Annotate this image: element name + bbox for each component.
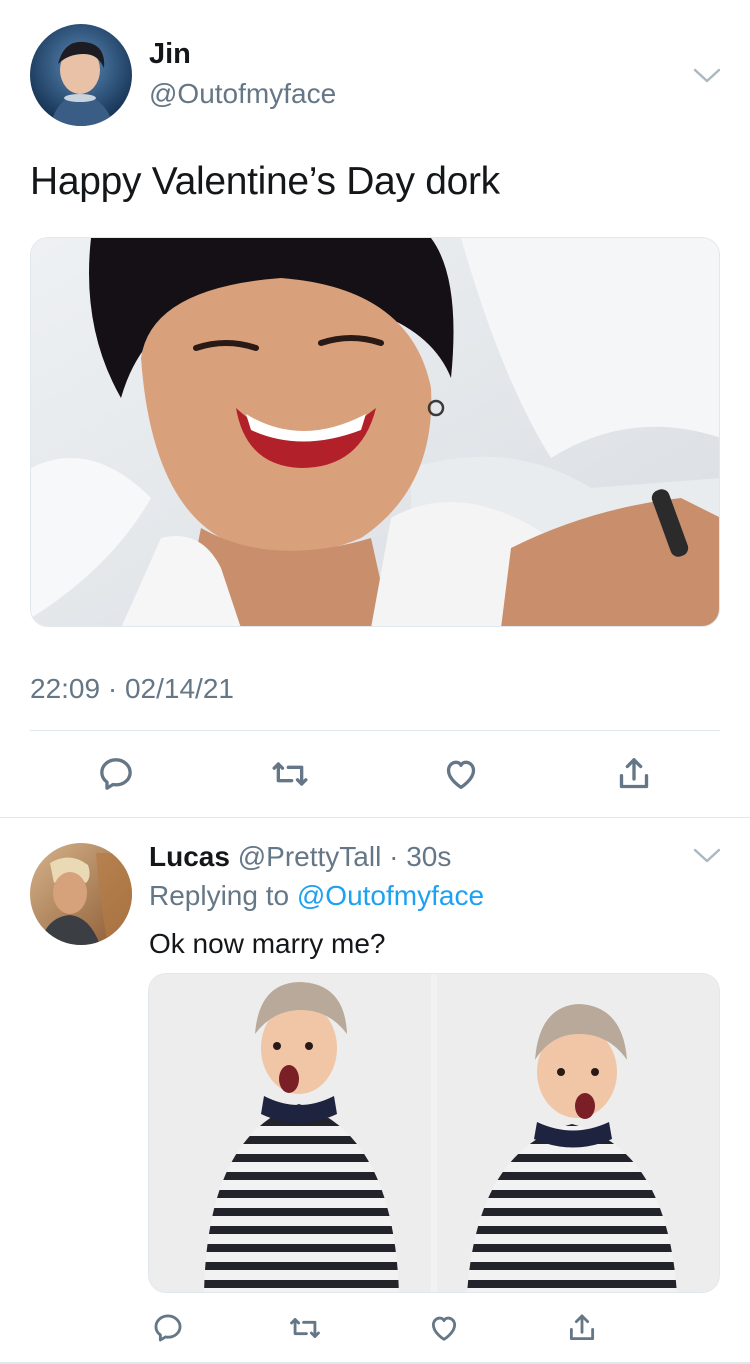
author-name[interactable]: Lucas [149,841,230,872]
tweet-text: Happy Valentine’s Day dork [30,160,500,203]
tweet-photo[interactable] [30,237,720,627]
replying-to-link[interactable]: @Outofmyface [297,880,484,911]
reply-icon[interactable] [94,752,138,796]
reply-photo-right[interactable] [437,974,719,1292]
author-handle[interactable]: @PrettyTall [238,841,382,872]
reply-icon[interactable] [146,1306,190,1350]
share-icon[interactable] [612,752,656,796]
share-icon[interactable] [560,1306,604,1350]
avatar[interactable] [30,843,132,945]
timestamp-separator: · [100,673,125,704]
like-icon[interactable] [439,752,483,796]
header-separator: · [381,841,407,872]
reply-time: 30s [406,841,452,872]
retweet-icon[interactable] [283,1306,327,1350]
divider [0,817,750,818]
replying-to: Replying to @Outofmyface [149,880,484,912]
retweet-icon[interactable] [268,752,312,796]
reply-header: Lucas @PrettyTall · 30s [149,841,451,873]
tweet-date: 02/14/21 [124,673,234,704]
author-name[interactable]: Jin [149,38,191,71]
tweet-time: 22:09 [30,673,101,704]
author-handle[interactable]: @Outofmyface [149,78,336,110]
like-icon[interactable] [422,1306,466,1350]
reply-photo-left[interactable] [149,974,431,1292]
chevron-down-icon[interactable] [692,844,722,866]
tweet-timestamp: 22:09 · 02/14/21 [30,673,234,705]
divider [30,730,720,731]
reply-text: Ok now marry me? [149,928,386,959]
chevron-down-icon[interactable] [692,64,722,86]
reply-photo[interactable] [148,973,720,1293]
avatar[interactable] [30,24,132,126]
replying-prefix: Replying to [149,880,297,911]
